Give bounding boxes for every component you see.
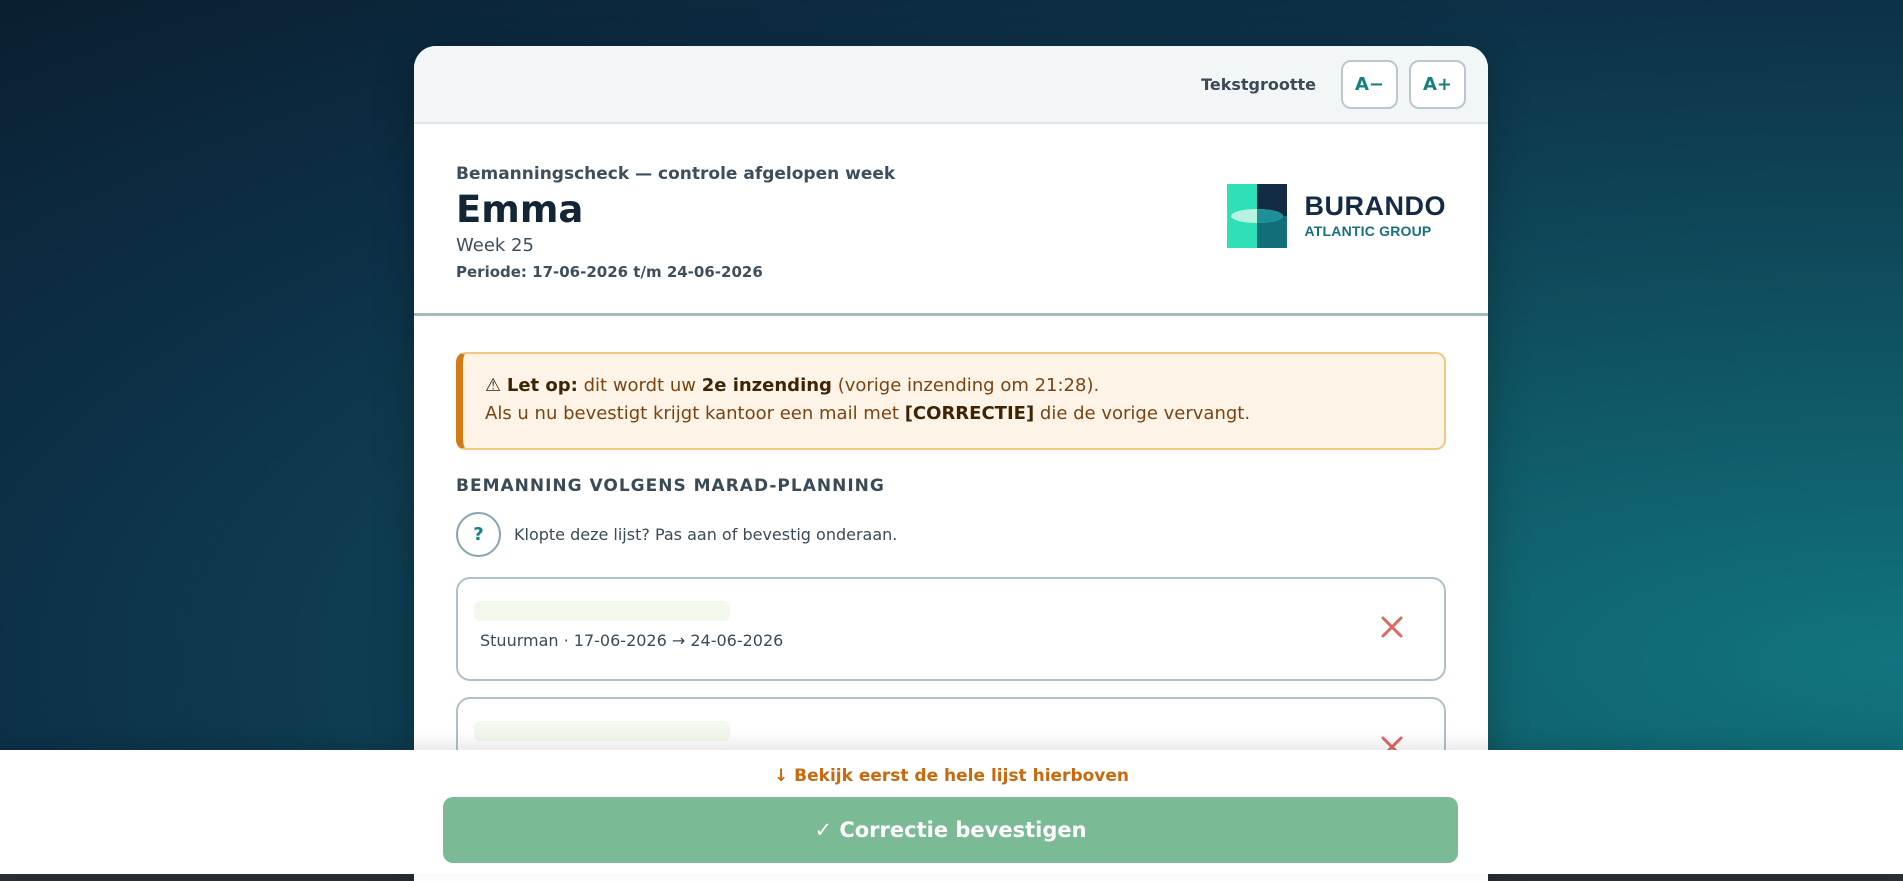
text-size-toolbar: Tekstgrootte A− A+ xyxy=(414,46,1488,124)
resubmission-warning: ⚠ Let op: dit wordt uw 2e inzending (vor… xyxy=(456,352,1446,450)
remove-crew-button[interactable] xyxy=(1378,613,1406,641)
crew-meta: Stuurman · 17-06-2026 → 24-06-2026 xyxy=(480,631,784,650)
crew-name-redacted xyxy=(474,601,730,621)
main-content: ⚠ Let op: dit wordt uw 2e inzending (vor… xyxy=(414,316,1488,801)
close-icon xyxy=(1381,616,1403,638)
warning-line2-text-2: die de vorige vervangt. xyxy=(1039,403,1251,424)
period-label: Periode: 17-06-2026 t/m 24-06-2026 xyxy=(456,262,763,281)
confirm-correction-button[interactable]: ✓ Correctie bevestigen xyxy=(443,797,1458,863)
page-header: Bemanningscheck — controle afgelopen wee… xyxy=(414,124,1488,316)
help-icon[interactable]: ? xyxy=(456,512,501,557)
help-row: ? Klopte deze lijst? Pas aan of bevestig… xyxy=(456,512,1446,557)
help-text: Klopte deze lijst? Pas aan of bevestig o… xyxy=(514,525,898,544)
logo-subtitle: ATLANTIC GROUP xyxy=(1304,223,1432,239)
crew-section-title: BEMANNING VOLGENS MARAD-PLANNING xyxy=(456,476,885,496)
warning-emphasis: 2e inzending xyxy=(701,375,832,396)
logo-mark-icon xyxy=(1226,184,1287,248)
sticky-footer: ↓ Bekijk eerst de hele lijst hierboven ✓… xyxy=(0,750,1903,874)
warning-icon: ⚠ xyxy=(485,375,502,396)
scroll-hint: ↓ Bekijk eerst de hele lijst hierboven xyxy=(773,766,1130,786)
text-size-label: Tekstgrootte xyxy=(1201,74,1316,94)
warning-line2-text-1: Als u nu bevestigt krijgt kantoor een ma… xyxy=(485,403,899,424)
decrease-text-size-button[interactable]: A− xyxy=(1341,59,1398,109)
warning-text-2: (vorige inzending om 21:28). xyxy=(837,375,1100,396)
page-kicker: Bemanningscheck — controle afgelopen wee… xyxy=(456,164,896,184)
warning-line2-emphasis: [CORRECTIE] xyxy=(904,403,1035,424)
warning-text-1: dit wordt uw xyxy=(583,375,696,396)
logo-brand: BURANDO xyxy=(1304,191,1446,221)
company-logo: BURANDO ATLANTIC GROUP xyxy=(1226,184,1447,248)
crew-card: Stuurman · 17-06-2026 → 24-06-2026 xyxy=(456,577,1446,681)
warning-prefix: Let op: xyxy=(506,375,578,396)
increase-text-size-button[interactable]: A+ xyxy=(1409,59,1466,109)
crew-name-redacted xyxy=(474,721,730,741)
